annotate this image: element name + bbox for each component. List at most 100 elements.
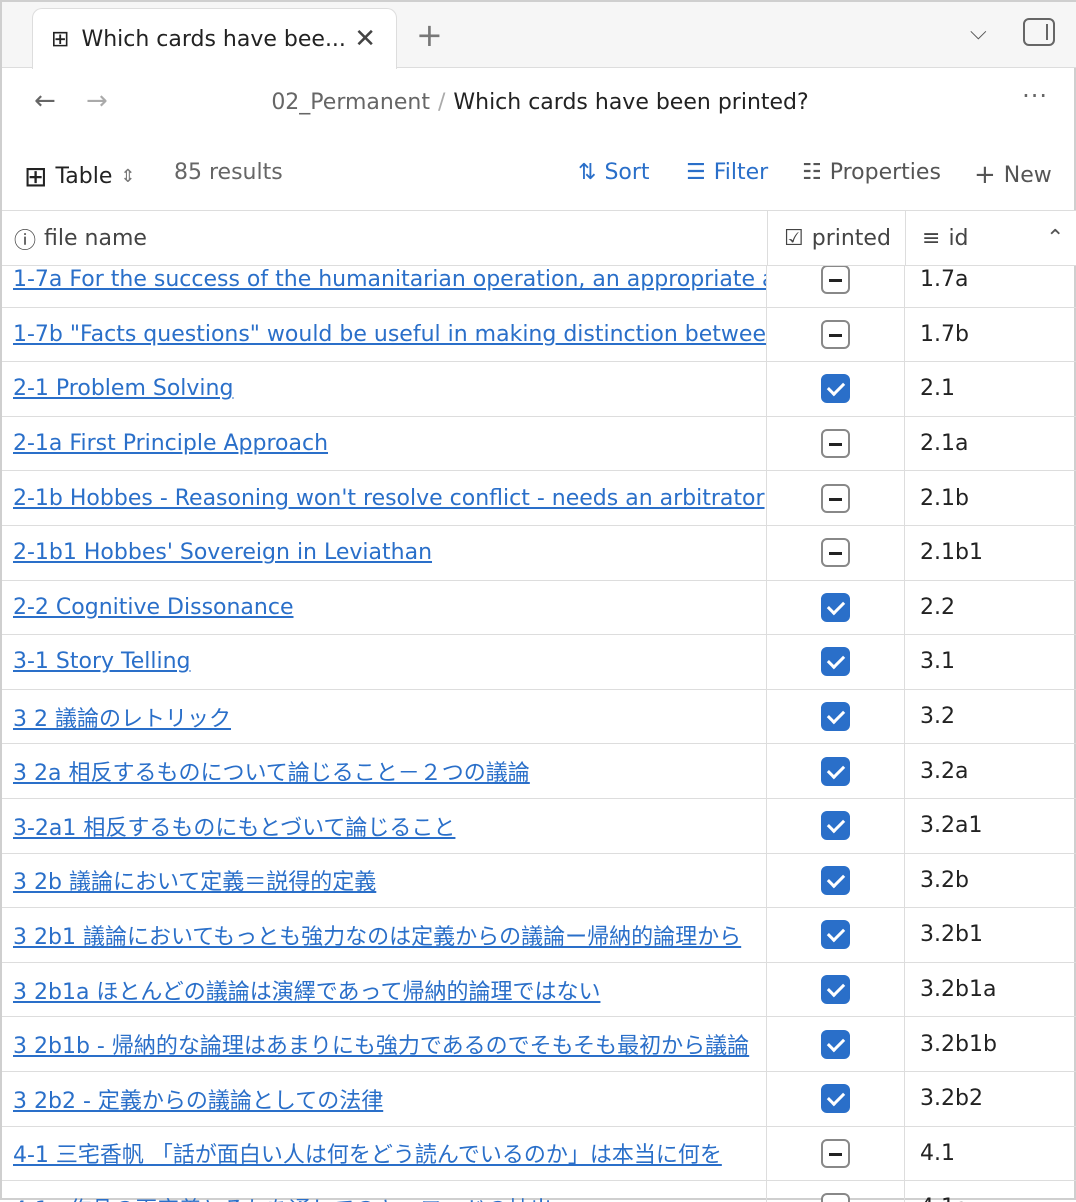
file-link[interactable]: 2-2 Cognitive Dissonance	[13, 595, 294, 620]
table-row: 2-1b1 Hobbes' Sovereign in Leviathan 2.1…	[2, 525, 1076, 581]
printed-cell	[767, 853, 905, 908]
file-name-cell: 3 2a 相反するものについて論じること－２つの議論	[2, 744, 767, 798]
new-label: New	[1003, 162, 1052, 188]
table-row: 3-1 Story Telling 3.1	[2, 635, 1076, 690]
id-cell: 4.1a	[920, 1181, 968, 1202]
printed-cell	[767, 1071, 905, 1126]
printed-checkbox[interactable]	[821, 1029, 850, 1059]
text-lines-icon: ≡	[922, 226, 941, 251]
breadcrumb: 02_Permanent / Which cards have been print…	[2, 90, 1076, 115]
table-header: ⓘ file name ☑ printed ≡ id ⌃	[2, 211, 1076, 266]
file-link[interactable]: 3 2b1 議論においてもっとも強力なのは定義からの議論ー帰納的論理から	[13, 919, 741, 951]
tab-active[interactable]: ⊞ Which cards have bee... ✕	[32, 8, 397, 69]
tab-bar: ⊞ Which cards have bee... ✕ + ⌵	[2, 2, 1076, 69]
printed-checkbox[interactable]	[821, 483, 850, 513]
file-name-cell: 2-1b Hobbes - Reasoning won't resolve co…	[2, 471, 767, 525]
page-title: Which cards have been printed?	[453, 90, 809, 115]
column-header-printed[interactable]: ☑ printed	[784, 211, 891, 266]
printed-checkbox[interactable]	[821, 374, 850, 404]
table-row: 4-1 三宅香帆 「話が面白い人は何をどう読んでいるのか」は本当に何を 4.1	[2, 1126, 1076, 1182]
printed-checkbox[interactable]	[821, 702, 850, 732]
printed-checkbox[interactable]	[821, 647, 850, 677]
file-link[interactable]: 2-1b1 Hobbes' Sovereign in Leviathan	[13, 540, 432, 565]
sidebar-toggle-icon[interactable]	[1023, 18, 1055, 46]
printed-checkbox[interactable]	[821, 592, 850, 622]
printed-checkbox[interactable]	[821, 1138, 850, 1168]
file-name-cell: 3 2b 議論において定義＝説得的定義	[2, 853, 767, 908]
file-link[interactable]: 3 2 議論のレトリック	[13, 701, 231, 733]
file-link[interactable]: 3 2a 相反するものについて論じること－２つの議論	[13, 755, 530, 787]
close-icon[interactable]: ✕	[354, 24, 376, 54]
printed-checkbox[interactable]	[821, 429, 850, 459]
file-name-cell: 1-7b "Facts questions" would be useful i…	[2, 307, 767, 362]
file-link[interactable]: 4-1a 作品の再定義とそれを通してのキーワードの抽出	[13, 1192, 552, 1202]
properties-label: Properties	[829, 160, 941, 185]
printed-checkbox[interactable]	[821, 319, 850, 349]
breadcrumb-separator: /	[437, 90, 446, 115]
printed-checkbox[interactable]	[821, 975, 850, 1005]
printed-cell	[767, 635, 905, 689]
breadcrumb-folder[interactable]: 02_Permanent	[271, 90, 430, 115]
file-name-cell: 3-1 Story Telling	[2, 635, 767, 689]
table-row: 3 2b1b - 帰納的な論理はあまりにも強力であるのでそもそも最初から議論 3…	[2, 1017, 1076, 1072]
id-cell: 2.1a	[920, 431, 969, 457]
results-count: 85 results	[174, 160, 283, 185]
file-name-cell: 3 2b1 議論においてもっとも強力なのは定義からの議論ー帰納的論理から	[2, 908, 767, 962]
id-cell: 3.1	[920, 649, 955, 675]
nav-bar: 02_Permanent / Which cards have been print…	[2, 82, 1076, 126]
view-selector[interactable]: ⊞ Table ⇕	[24, 160, 135, 193]
filter-button[interactable]: ☰ Filter	[686, 160, 768, 185]
printed-checkbox[interactable]	[821, 265, 850, 295]
more-options-icon[interactable]: ···	[1022, 82, 1048, 110]
file-link[interactable]: 2-1b Hobbes - Reasoning won't resolve co…	[13, 486, 765, 511]
printed-checkbox[interactable]	[821, 1193, 850, 1202]
column-header-id[interactable]: ≡ id	[922, 211, 969, 266]
id-cell: 2.1b	[920, 485, 969, 511]
table-row: 3 2b1 議論においてもっとも強力なのは定義からの議論ー帰納的論理から 3.2…	[2, 908, 1076, 963]
id-cell: 3.2b2	[920, 1086, 983, 1112]
id-cell: 1.7b	[920, 321, 969, 347]
file-link[interactable]: 3-1 Story Telling	[13, 649, 191, 674]
table-row: 3 2b2 - 定義からの議論としての法律 3.2b2	[2, 1071, 1076, 1127]
id-cell: 3.2b1	[920, 922, 983, 948]
file-link[interactable]: 1-7a For the success of the humanitarian…	[13, 267, 766, 292]
file-link[interactable]: 3 2b 議論において定義＝説得的定義	[13, 864, 376, 896]
forward-arrow-icon[interactable]: →	[86, 86, 108, 116]
table-row: 2-1 Problem Solving 2.1	[2, 362, 1076, 417]
printed-cell	[767, 689, 905, 744]
table-icon: ⊞	[51, 26, 70, 52]
sort-label: Sort	[604, 160, 650, 185]
printed-cell	[767, 1017, 905, 1071]
id-cell: 2.1	[920, 376, 955, 402]
printed-checkbox[interactable]	[821, 1084, 850, 1114]
file-name-cell: 2-1b1 Hobbes' Sovereign in Leviathan	[2, 525, 767, 580]
printed-checkbox[interactable]	[821, 538, 850, 568]
file-link[interactable]: 3 2b1a ほとんどの議論は演繹であって帰納的論理ではない	[13, 974, 600, 1006]
file-link[interactable]: 3 2b2 - 定義からの議論としての法律	[13, 1083, 383, 1115]
sort-button[interactable]: ⇅ Sort	[578, 160, 650, 185]
printed-checkbox[interactable]	[821, 756, 850, 786]
file-link[interactable]: 4-1 三宅香帆 「話が面白い人は何をどう読んでいるのか」は本当に何を	[13, 1137, 722, 1169]
table-row: 3 2b1a ほとんどの議論は演繹であって帰納的論理ではない 3.2b1a	[2, 962, 1076, 1018]
properties-button[interactable]: ☷ Properties	[802, 160, 941, 185]
list-icon: ☷	[802, 160, 822, 185]
new-button[interactable]: + New	[974, 160, 1052, 190]
printed-checkbox[interactable]	[821, 920, 850, 950]
file-name-cell: 4-1a 作品の再定義とそれを通してのキーワードの抽出	[2, 1181, 767, 1202]
info-icon: ⓘ	[14, 228, 37, 254]
chevron-down-icon[interactable]: ⌵	[970, 20, 987, 45]
back-arrow-icon[interactable]: ←	[34, 86, 56, 116]
printed-cell	[767, 525, 905, 580]
filter-icon: ☰	[686, 160, 706, 185]
file-link[interactable]: 3 2b1b - 帰納的な論理はあまりにも強力であるのでそもそも最初から議論	[13, 1028, 749, 1060]
file-name-cell: 3 2 議論のレトリック	[2, 689, 767, 744]
chevron-up-icon[interactable]: ⌃	[1046, 211, 1064, 266]
file-link[interactable]: 3-2a1 相反するものにもとづいて論じること	[13, 810, 455, 842]
printed-checkbox[interactable]	[821, 865, 850, 895]
file-link[interactable]: 2-1 Problem Solving	[13, 376, 233, 401]
printed-checkbox[interactable]	[821, 811, 850, 841]
file-link[interactable]: 2-1a First Principle Approach	[13, 431, 328, 456]
column-header-file-name[interactable]: ⓘ file name	[14, 211, 147, 266]
new-tab-button[interactable]: +	[416, 16, 443, 54]
file-link[interactable]: 1-7b "Facts questions" would be useful i…	[13, 322, 766, 347]
